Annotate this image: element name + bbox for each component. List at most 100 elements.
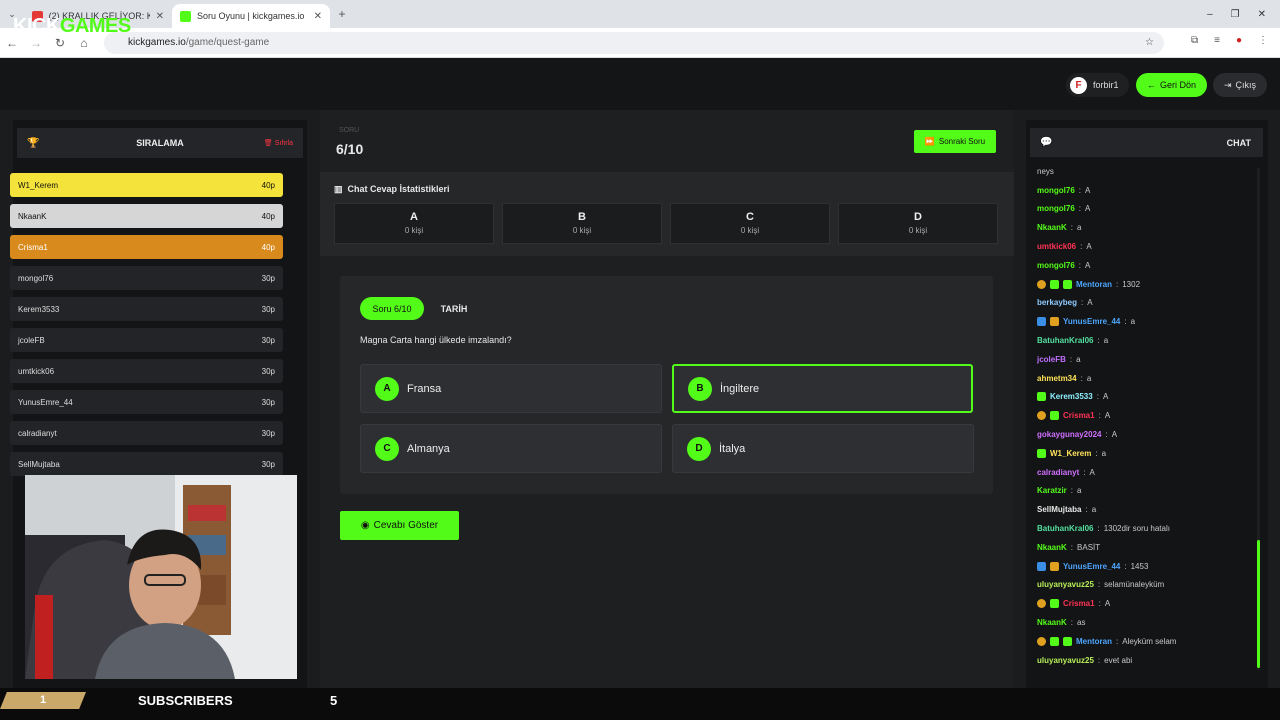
tab-kickgames[interactable]: Soru Oyunu | kickgames.io ✕	[172, 4, 330, 28]
answer-stat-count: 0 kişi	[404, 226, 424, 235]
chat-badge-icon	[1037, 599, 1046, 609]
media-icon[interactable]: ≡	[1214, 35, 1220, 46]
chat-username[interactable]: NkaanK	[1037, 543, 1067, 552]
chat-username[interactable]: ahmetm34	[1037, 374, 1077, 383]
ranking-name: calradianyt	[18, 428, 57, 438]
ranking-row[interactable]: Crisma1 40p	[10, 235, 283, 259]
ranking-points: 30p	[261, 335, 275, 345]
menu-icon[interactable]: ⋮	[1258, 35, 1268, 46]
chat-message: Karatzir: a	[1037, 482, 1255, 501]
profile-icon[interactable]: ●	[1236, 35, 1242, 46]
chat-username[interactable]: uluyanyavuz25	[1037, 580, 1094, 589]
ranking-row[interactable]: W1_Kerem 40p	[10, 173, 283, 197]
chat-messages[interactable]: neys mongol76: Amongol76: A NkaanK: a umtkick0…	[1037, 162, 1255, 672]
answer-option-b[interactable]: B İngiltere	[672, 364, 973, 413]
chat-username[interactable]: NkaanK	[1037, 618, 1067, 627]
answer-stat-d: D 0 kişi	[838, 203, 998, 244]
chat-separator: :	[1070, 223, 1074, 233]
chat-username[interactable]: YunusEmre_44	[1063, 317, 1120, 326]
answer-stat-b: B 0 kişi	[502, 203, 662, 244]
bookmark-star-icon[interactable]: ☆	[1145, 32, 1154, 54]
fast-forward-icon: ⏩	[924, 137, 935, 146]
chat-username[interactable]: umtkick06	[1037, 242, 1076, 251]
answer-option-d[interactable]: D İtalya	[672, 424, 974, 473]
ranking-points: 30p	[261, 366, 275, 376]
chat-username[interactable]: gokaygunay2024	[1037, 430, 1101, 439]
answer-option-a[interactable]: A Fransa	[360, 364, 662, 413]
ranking-row[interactable]: NkaanK 40p	[10, 204, 283, 228]
extensions-icon[interactable]: ⧉	[1191, 35, 1198, 46]
close-tab-icon[interactable]: ✕	[156, 11, 164, 22]
chat-badge-icon	[1037, 448, 1046, 458]
chat-username[interactable]: YunusEmre_44	[1063, 562, 1120, 571]
ranking-row[interactable]: calradianyt 30p	[10, 421, 283, 445]
close-tab-icon[interactable]: ✕	[314, 11, 322, 22]
chat-username[interactable]: Mentoran	[1076, 637, 1112, 646]
minimize-icon[interactable]: –	[1207, 9, 1213, 20]
chat-username[interactable]: BatuhanKral06	[1037, 336, 1093, 345]
chat-badge-icon	[1037, 411, 1046, 421]
url-path: /game/quest-game	[185, 37, 270, 48]
reveal-answer-button[interactable]: ◉ Cevabı Göster	[340, 511, 459, 540]
chat-username[interactable]: BatuhanKral06	[1037, 524, 1093, 533]
option-letter-badge: C	[375, 436, 399, 461]
chat-scrollbar[interactable]	[1257, 168, 1260, 670]
ranking-points: 30p	[261, 304, 275, 314]
chat-username[interactable]: Mentoran	[1076, 280, 1112, 289]
ranking-points: 30p	[261, 428, 275, 438]
scrollbar-thumb[interactable]	[1257, 540, 1260, 668]
back-button[interactable]: ← Geri Dön	[1136, 73, 1207, 97]
chat-message: jcoleFB: a	[1037, 350, 1255, 369]
ranking-row[interactable]: jcoleFB 30p	[10, 328, 283, 352]
ranking-row[interactable]: umtkick06 30p	[10, 359, 283, 383]
logout-button[interactable]: ⇥ Çıkış	[1213, 73, 1267, 97]
eye-icon: ◉	[360, 520, 370, 531]
ranking-row[interactable]: Kerem3533 30p	[10, 297, 283, 321]
chat-text: a	[1103, 336, 1109, 346]
chat-username[interactable]: uluyanyavuz25	[1037, 656, 1094, 665]
chat-username[interactable]: berkaybeg	[1037, 298, 1077, 307]
kickgames-logo[interactable]: KICKGAMES	[13, 15, 131, 38]
chat-username[interactable]: Karatzir	[1037, 486, 1067, 495]
ranking-points: 40p	[261, 180, 275, 190]
ranking-row[interactable]: mongol76 30p	[10, 266, 283, 290]
chat-username[interactable]: mongol76	[1037, 204, 1075, 213]
subscribers-count: 5	[330, 693, 338, 708]
chat-username[interactable]: mongol76	[1037, 186, 1075, 195]
chat-username[interactable]: calradianyt	[1037, 468, 1079, 477]
user-profile[interactable]: F forbir1	[1066, 73, 1129, 97]
reset-button[interactable]: 🗑 Sıfırla	[264, 139, 293, 147]
ranking-row[interactable]: SellMujtaba 30p	[10, 452, 283, 476]
ranking-row[interactable]: YunusEmre_44 30p	[10, 390, 283, 414]
chat-separator: :	[1078, 185, 1082, 195]
question-number-pill: Soru 6/10	[360, 297, 424, 320]
address-bar[interactable]: kickgames.io/game/quest-game ☆	[104, 32, 1164, 54]
chat-message: NkaanK: a	[1037, 218, 1255, 237]
ranking-header: 🏆 SIRALAMA 🗑 Sıfırla	[17, 128, 303, 158]
chat-separator: :	[1081, 298, 1084, 308]
chat-username[interactable]: jcoleFB	[1037, 355, 1066, 364]
close-window-icon[interactable]: ✕	[1258, 9, 1266, 20]
next-question-button[interactable]: ⏩ Sonraki Soru	[914, 130, 996, 153]
answer-stat-letter: D	[914, 211, 922, 223]
chat-username[interactable]: W1_Kerem	[1050, 449, 1091, 458]
new-tab-icon[interactable]: +	[330, 7, 354, 21]
option-text: İngiltere	[720, 382, 760, 395]
answer-stat-letter: A	[410, 211, 418, 223]
chat-text: A	[1087, 298, 1093, 308]
chat-separator: :	[1078, 204, 1082, 214]
option-letter-badge: B	[688, 376, 712, 401]
maximize-icon[interactable]: ❐	[1231, 9, 1240, 20]
answer-option-c[interactable]: C Almanya	[360, 424, 662, 473]
chat-username[interactable]: Crisma1	[1063, 599, 1095, 608]
chat-message: Crisma1: A	[1037, 594, 1255, 613]
option-letter-badge: D	[687, 436, 711, 461]
chat-separator: :	[1116, 636, 1119, 646]
chat-username[interactable]: Kerem3533	[1050, 392, 1093, 401]
chat-username[interactable]: NkaanK	[1037, 223, 1067, 232]
arrow-left-icon: ←	[1146, 80, 1156, 90]
chat-username[interactable]: SellMujtaba	[1037, 505, 1081, 514]
chat-username[interactable]: mongol76	[1037, 261, 1075, 270]
chat-username[interactable]: Crisma1	[1063, 411, 1095, 420]
chat-text: a	[1086, 373, 1092, 383]
